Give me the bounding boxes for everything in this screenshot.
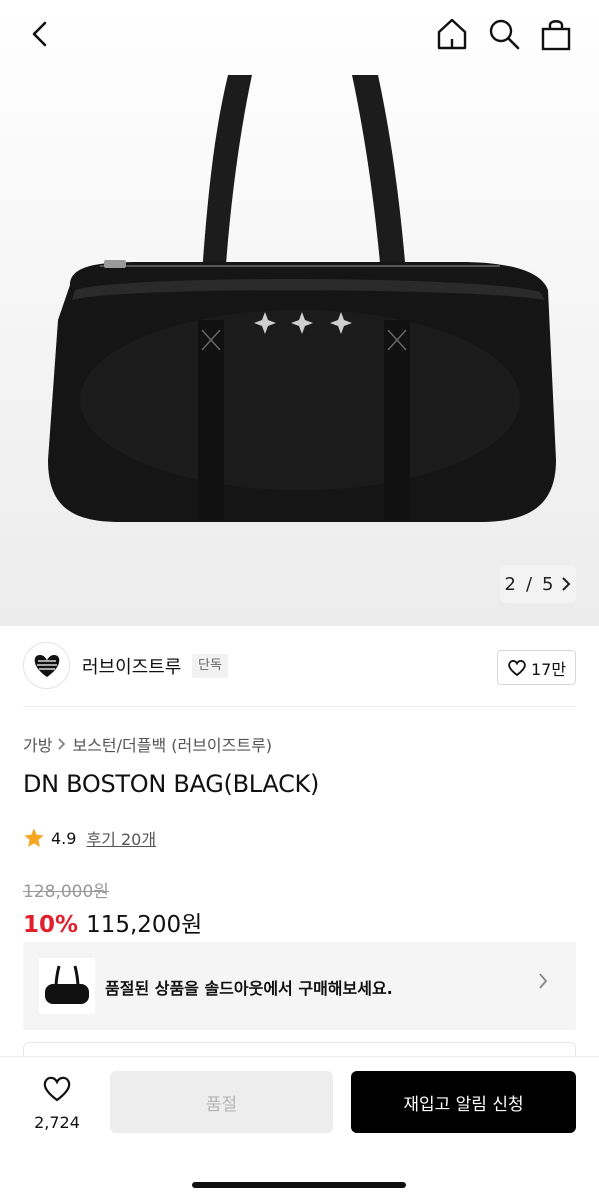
home-button[interactable] [432, 14, 472, 54]
exclusive-badge: 단독 [192, 654, 228, 678]
soldout-button: 품절 [110, 1071, 333, 1133]
pager-current: 2 [504, 573, 516, 595]
search-icon [489, 19, 520, 50]
product-image-carousel[interactable]: 2 / 5 [0, 0, 599, 626]
divider [23, 706, 576, 707]
price-row: 10% 115,200원 [23, 905, 202, 939]
heart-icon [43, 1076, 71, 1102]
soldout-market-banner[interactable]: 품절된 상품을 솔드아웃에서 구매해보세요. [23, 942, 576, 1030]
original-price: 128,000원 [23, 882, 109, 902]
reviews-link[interactable]: 후기 20개 [86, 826, 156, 850]
banner-product-thumbnail [39, 958, 95, 1014]
home-indicator [192, 1182, 406, 1188]
product-detail-page: 2 / 5 러브이즈트루 단독 17만 가방 보스턴/더플백 (러브이즈트루) … [0, 0, 599, 1200]
rating-score: 4.9 [51, 828, 77, 848]
restock-alert-button[interactable]: 재입고 알림 신청 [351, 1071, 576, 1133]
chevron-right-icon [562, 577, 571, 591]
home-icon [437, 18, 467, 50]
breadcrumb: 가방 보스턴/더플백 (러브이즈트루) [23, 732, 272, 756]
chevron-right-icon [539, 973, 548, 989]
rating-row: 4.9 후기 20개 [23, 826, 156, 850]
discount-rate: 10% [23, 912, 79, 938]
soldout-button-label: 품절 [205, 1094, 238, 1115]
heart-icon [508, 659, 526, 676]
search-button[interactable] [484, 14, 524, 54]
wishlist-count: 2,724 [34, 1113, 80, 1132]
pager-total: 5 [542, 573, 554, 595]
brand-like-count: 17만 [530, 659, 567, 679]
top-navigation-bar [0, 0, 599, 70]
image-pager[interactable]: 2 / 5 [500, 565, 576, 603]
product-title: DN BOSTON BAG(BLACK) [23, 770, 320, 798]
wishlist-button[interactable]: 2,724 [22, 1075, 92, 1132]
breadcrumb-item[interactable]: 가방 [23, 732, 52, 756]
brand-like-button[interactable]: 17만 [497, 650, 576, 685]
pager-separator: / [525, 573, 533, 595]
brand-logo[interactable] [23, 642, 70, 689]
brand-row[interactable]: 러브이즈트루 단독 17만 [0, 626, 599, 706]
back-arrow-icon [32, 21, 47, 47]
back-button[interactable] [20, 14, 60, 54]
bottom-action-bar: 2,724 품절 재입고 알림 신청 [0, 1056, 599, 1200]
restock-button-label: 재입고 알림 신청 [403, 1094, 524, 1115]
brand-logo-mark [34, 654, 59, 677]
sale-price: 115,200원 [86, 912, 203, 938]
breadcrumb-item[interactable]: 보스턴/더플백 (러브이즈트루) [72, 732, 272, 756]
chevron-right-icon [58, 738, 66, 750]
shopping-bag-icon [541, 20, 571, 51]
brand-name[interactable]: 러브이즈트루 [82, 653, 181, 679]
shopping-bag-button[interactable] [536, 14, 576, 54]
banner-text: 품절된 상품을 솔드아웃에서 구매해보세요. [105, 979, 393, 998]
star-icon [24, 828, 44, 847]
product-image [48, 75, 556, 522]
